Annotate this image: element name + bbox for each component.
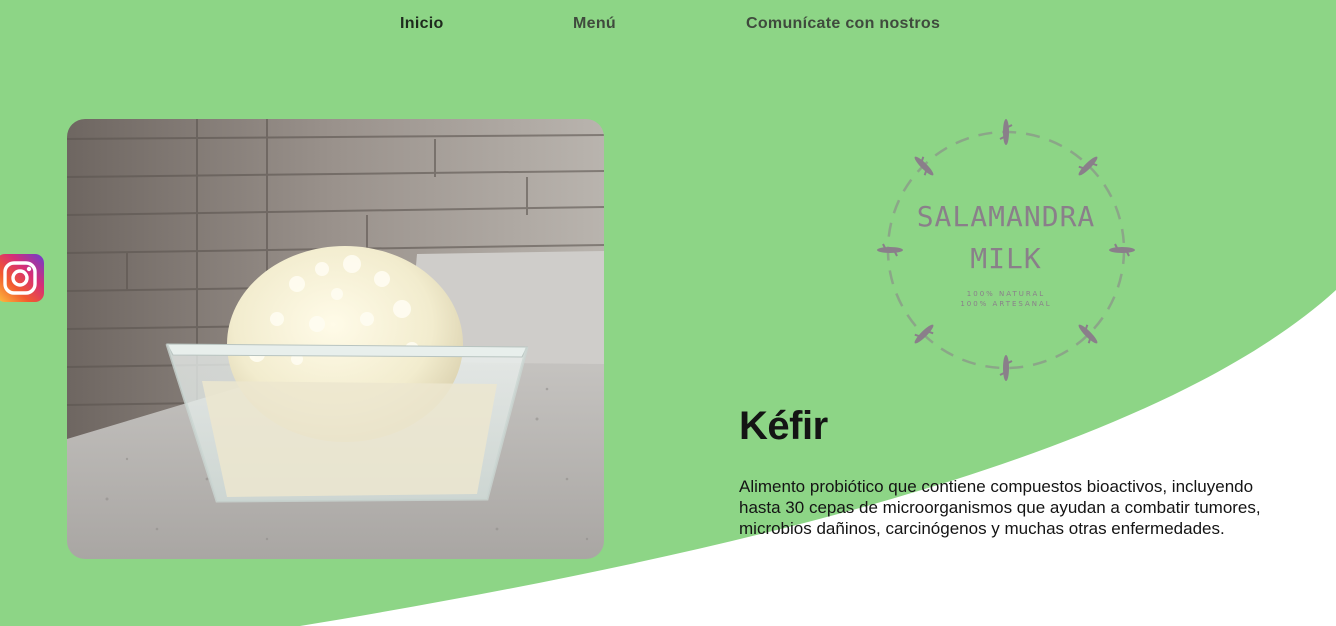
product-title: Kéfir bbox=[739, 404, 828, 448]
logo-name-line1: SALAMANDRA bbox=[917, 200, 1096, 233]
main-nav: Inicio Menú Comunícate con nostros bbox=[0, 0, 1336, 50]
logo-tagline-line1: 100% NATURAL bbox=[967, 290, 1045, 298]
nav-item-contacto[interactable]: Comunícate con nostros bbox=[746, 15, 940, 33]
kefir-photo bbox=[67, 119, 604, 559]
logo-name-line2: MILK bbox=[970, 242, 1041, 275]
nav-item-menu[interactable]: Menú bbox=[573, 15, 616, 33]
product-description: Alimento probiótico que contiene compues… bbox=[739, 477, 1261, 538]
logo-tagline-line2: 100% ARTESANAL bbox=[960, 300, 1051, 308]
instagram-icon[interactable] bbox=[0, 254, 44, 302]
salamandra-milk-logo: SALAMANDRA MILK 100% NATURAL 100% ARTESA… bbox=[877, 119, 1135, 381]
nav-item-inicio[interactable]: Inicio bbox=[400, 15, 444, 33]
